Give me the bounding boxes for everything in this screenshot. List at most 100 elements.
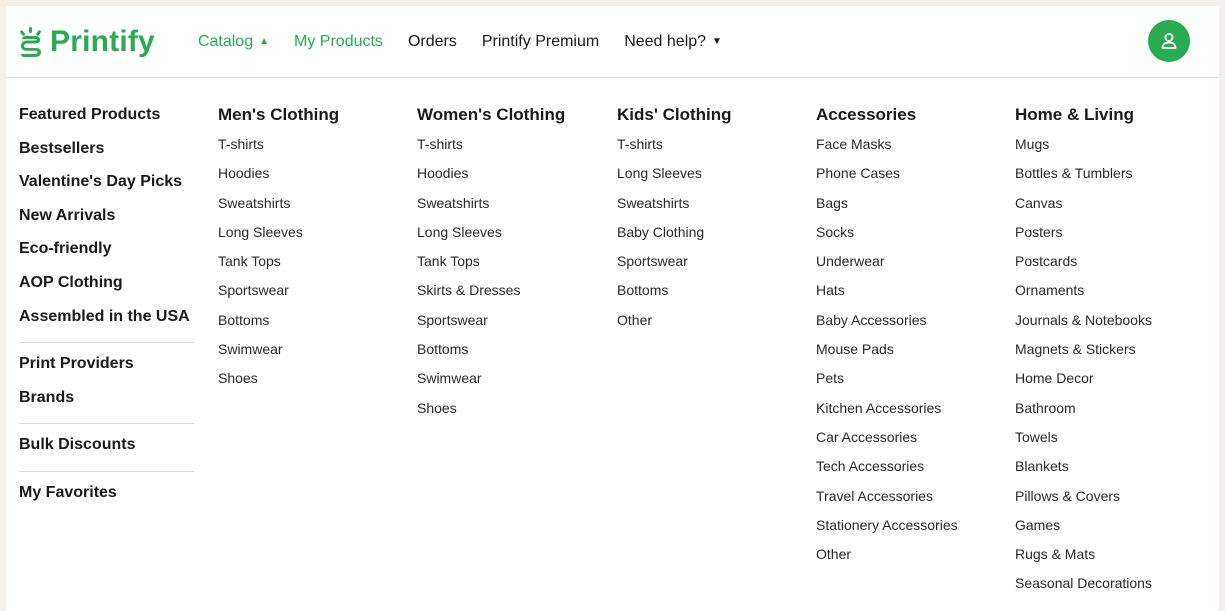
category-link[interactable]: Games (1015, 516, 1152, 545)
nav-my-products[interactable]: My Products (294, 33, 383, 51)
nav-need-help[interactable]: Need help? ▼ (624, 33, 722, 51)
category-link[interactable]: Towels (1015, 428, 1152, 457)
category-link[interactable]: Swimwear (417, 369, 565, 398)
category-link[interactable]: Hoodies (417, 164, 565, 193)
category-link[interactable]: Other (816, 545, 958, 574)
category-link[interactable]: Bottoms (218, 311, 339, 340)
category-link[interactable]: Home Decor (1015, 369, 1152, 398)
category-link[interactable]: Bottoms (617, 281, 732, 310)
category-link[interactable]: T-shirts (617, 135, 732, 164)
nav-my-products-label: My Products (294, 32, 383, 50)
category-column-kids: Kids' Clothing T-shirts Long Sleeves Sweat… (617, 104, 732, 340)
category-link[interactable]: Mugs (1015, 135, 1152, 164)
category-link[interactable]: Baby Clothing (617, 223, 732, 252)
category-link[interactable]: Car Accessories (816, 428, 958, 457)
category-link[interactable]: Sweatshirts (417, 194, 565, 223)
category-link[interactable]: Underwear (816, 252, 958, 281)
account-avatar-button[interactable] (1148, 20, 1190, 62)
category-link[interactable]: Hats (816, 281, 958, 310)
category-link[interactable]: Blankets (1015, 457, 1152, 486)
category-link[interactable]: Shoes (417, 399, 565, 428)
nav-catalog-label: Catalog (197, 32, 254, 50)
brand-name: Printify (50, 24, 155, 58)
quick-link[interactable]: Featured Products (19, 104, 194, 138)
caret-up-icon: ▲ (259, 35, 270, 47)
category-link[interactable]: Bathroom (1015, 399, 1152, 428)
category-link[interactable]: T-shirts (417, 135, 565, 164)
quick-link[interactable]: Eco-friendly (19, 238, 194, 272)
quick-link[interactable]: Print Providers (19, 353, 194, 387)
quick-link[interactable]: Valentine's Day Picks (19, 171, 194, 205)
category-link[interactable]: Journals & Notebooks (1015, 311, 1152, 340)
app-window: Printify Catalog ▲ My Products Orders Pr… (6, 6, 1219, 611)
category-heading[interactable]: Women's Clothing (417, 104, 565, 126)
category-link[interactable]: Long Sleeves (617, 164, 732, 193)
category-link[interactable]: Travel Accessories (816, 487, 958, 516)
category-link[interactable]: Socks (816, 223, 958, 252)
divider (19, 342, 194, 344)
quick-link[interactable]: Bestsellers (19, 138, 194, 172)
category-link[interactable]: Posters (1015, 223, 1152, 252)
category-link[interactable]: Kitchen Accessories (816, 399, 958, 428)
category-link[interactable]: Tank Tops (218, 252, 339, 281)
category-link[interactable]: Pets (816, 369, 958, 398)
category-heading[interactable]: Accessories (816, 104, 958, 126)
category-column-accessories: Accessories Face Masks Phone Cases Bags Soc… (816, 104, 958, 574)
category-link[interactable]: Rugs & Mats (1015, 545, 1152, 574)
category-link[interactable]: Canvas (1015, 194, 1152, 223)
catalog-quick-links: Featured Products Bestsellers Valentine's … (19, 104, 194, 516)
quick-link[interactable]: Bulk Discounts (19, 434, 194, 468)
category-link[interactable]: Phone Cases (816, 164, 958, 193)
top-header: Printify Catalog ▲ My Products Orders Pr… (6, 6, 1219, 78)
category-link[interactable]: Postcards (1015, 252, 1152, 281)
quick-link[interactable]: Brands (19, 387, 194, 421)
divider (19, 423, 194, 425)
category-heading[interactable]: Kids' Clothing (617, 104, 732, 126)
category-link[interactable]: Mouse Pads (816, 340, 958, 369)
category-link[interactable]: Bottoms (417, 340, 565, 369)
category-column-home-living: Home & Living Mugs Bottles & Tumblers Canv… (1015, 104, 1152, 604)
category-link[interactable]: Sweatshirts (617, 194, 732, 223)
category-link[interactable]: Face Masks (816, 135, 958, 164)
category-link[interactable]: T-shirts (218, 135, 339, 164)
category-link[interactable]: Baby Accessories (816, 311, 958, 340)
category-link[interactable]: Sweatshirts (218, 194, 339, 223)
nav-orders[interactable]: Orders (408, 33, 457, 51)
category-link[interactable]: Sportswear (218, 281, 339, 310)
user-icon (1161, 33, 1177, 49)
category-link[interactable]: Tank Tops (417, 252, 565, 281)
category-link[interactable]: Seasonal Decorations (1015, 574, 1152, 603)
category-link[interactable]: Ornaments (1015, 281, 1152, 310)
nav-premium-label: Printify Premium (481, 32, 600, 50)
category-link[interactable]: Long Sleeves (417, 223, 565, 252)
nav-printify-premium[interactable]: Printify Premium (482, 33, 599, 51)
brand-logo[interactable]: Printify (18, 25, 155, 59)
quick-link[interactable]: New Arrivals (19, 205, 194, 239)
category-link[interactable]: Skirts & Dresses (417, 281, 565, 310)
category-link[interactable]: Magnets & Stickers (1015, 340, 1152, 369)
quick-link[interactable]: AOP Clothing (19, 272, 194, 306)
quick-link[interactable]: My Favorites (19, 482, 194, 516)
category-link[interactable]: Pillows & Covers (1015, 487, 1152, 516)
category-link[interactable]: Long Sleeves (218, 223, 339, 252)
divider (19, 470, 194, 472)
category-heading[interactable]: Home & Living (1015, 104, 1152, 126)
category-link[interactable]: Shoes (218, 369, 339, 398)
category-link[interactable]: Bags (816, 194, 958, 223)
printify-logo-icon (20, 26, 41, 57)
nav-need-help-label: Need help? (624, 32, 707, 50)
category-link[interactable]: Swimwear (218, 340, 339, 369)
category-link[interactable]: Sportswear (417, 311, 565, 340)
nav-orders-label: Orders (407, 32, 457, 50)
category-link[interactable]: Bottles & Tumblers (1015, 164, 1152, 193)
category-heading[interactable]: Men's Clothing (218, 104, 339, 126)
category-column-womens: Women's Clothing T-shirts Hoodies Sweatshi… (417, 104, 565, 428)
category-link[interactable]: Other (617, 311, 732, 340)
nav-catalog[interactable]: Catalog ▲ (198, 33, 269, 51)
catalog-mega-menu: Featured Products Bestsellers Valentine's … (6, 78, 1219, 611)
quick-link[interactable]: Assembled in the USA (19, 306, 194, 340)
category-link[interactable]: Stationery Accessories (816, 516, 958, 545)
category-link[interactable]: Sportswear (617, 252, 732, 281)
category-link[interactable]: Hoodies (218, 164, 339, 193)
category-link[interactable]: Tech Accessories (816, 457, 958, 486)
